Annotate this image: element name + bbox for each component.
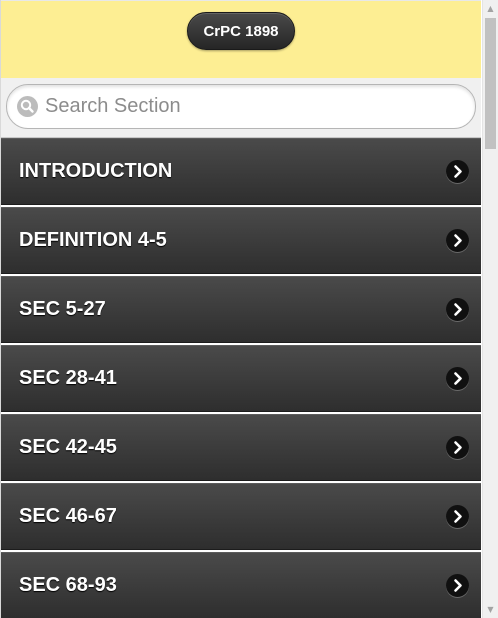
- chevron-right-icon: [446, 229, 469, 252]
- section-list: INTRODUCTION DEFINITION 4-5 SEC 5-27 SEC 28…: [1, 138, 481, 618]
- list-item-label: SEC 46-67: [19, 505, 117, 527]
- scroll-up-arrow-icon[interactable]: ▲: [483, 0, 498, 17]
- chevron-right-icon: [446, 436, 469, 459]
- title-button[interactable]: CrPC 1898: [187, 12, 295, 50]
- vertical-scrollbar[interactable]: ▲ ▼: [482, 0, 498, 618]
- header-bar: CrPC 1898: [1, 0, 481, 78]
- scroll-down-arrow-icon[interactable]: ▼: [483, 601, 498, 618]
- search-box[interactable]: [6, 84, 476, 129]
- search-input[interactable]: [45, 90, 465, 123]
- chevron-right-icon: [446, 574, 469, 597]
- list-item-label: DEFINITION 4-5: [19, 229, 167, 251]
- search-icon: [17, 96, 38, 117]
- scrollbar-thumb[interactable]: [485, 18, 496, 149]
- list-item[interactable]: SEC 46-67: [1, 483, 481, 550]
- list-item[interactable]: SEC 68-93: [1, 552, 481, 618]
- chevron-right-icon: [446, 160, 469, 183]
- list-item-label: SEC 28-41: [19, 367, 117, 389]
- list-item-label: INTRODUCTION: [19, 160, 173, 182]
- chevron-right-icon: [446, 505, 469, 528]
- list-item[interactable]: INTRODUCTION: [1, 138, 481, 205]
- list-item-label: SEC 42-45: [19, 436, 117, 458]
- app-window: CrPC 1898 INTRODUCTION DEFINITION 4-5 SEC …: [0, 0, 498, 618]
- chevron-right-icon: [446, 298, 469, 321]
- list-item[interactable]: SEC 42-45: [1, 414, 481, 481]
- list-item[interactable]: SEC 28-41: [1, 345, 481, 412]
- search-bar: [1, 78, 481, 138]
- list-item[interactable]: DEFINITION 4-5: [1, 207, 481, 274]
- list-item-label: SEC 68-93: [19, 574, 117, 596]
- chevron-right-icon: [446, 367, 469, 390]
- page-viewport: CrPC 1898 INTRODUCTION DEFINITION 4-5 SEC …: [0, 0, 481, 618]
- list-item[interactable]: SEC 5-27: [1, 276, 481, 343]
- list-item-label: SEC 5-27: [19, 298, 106, 320]
